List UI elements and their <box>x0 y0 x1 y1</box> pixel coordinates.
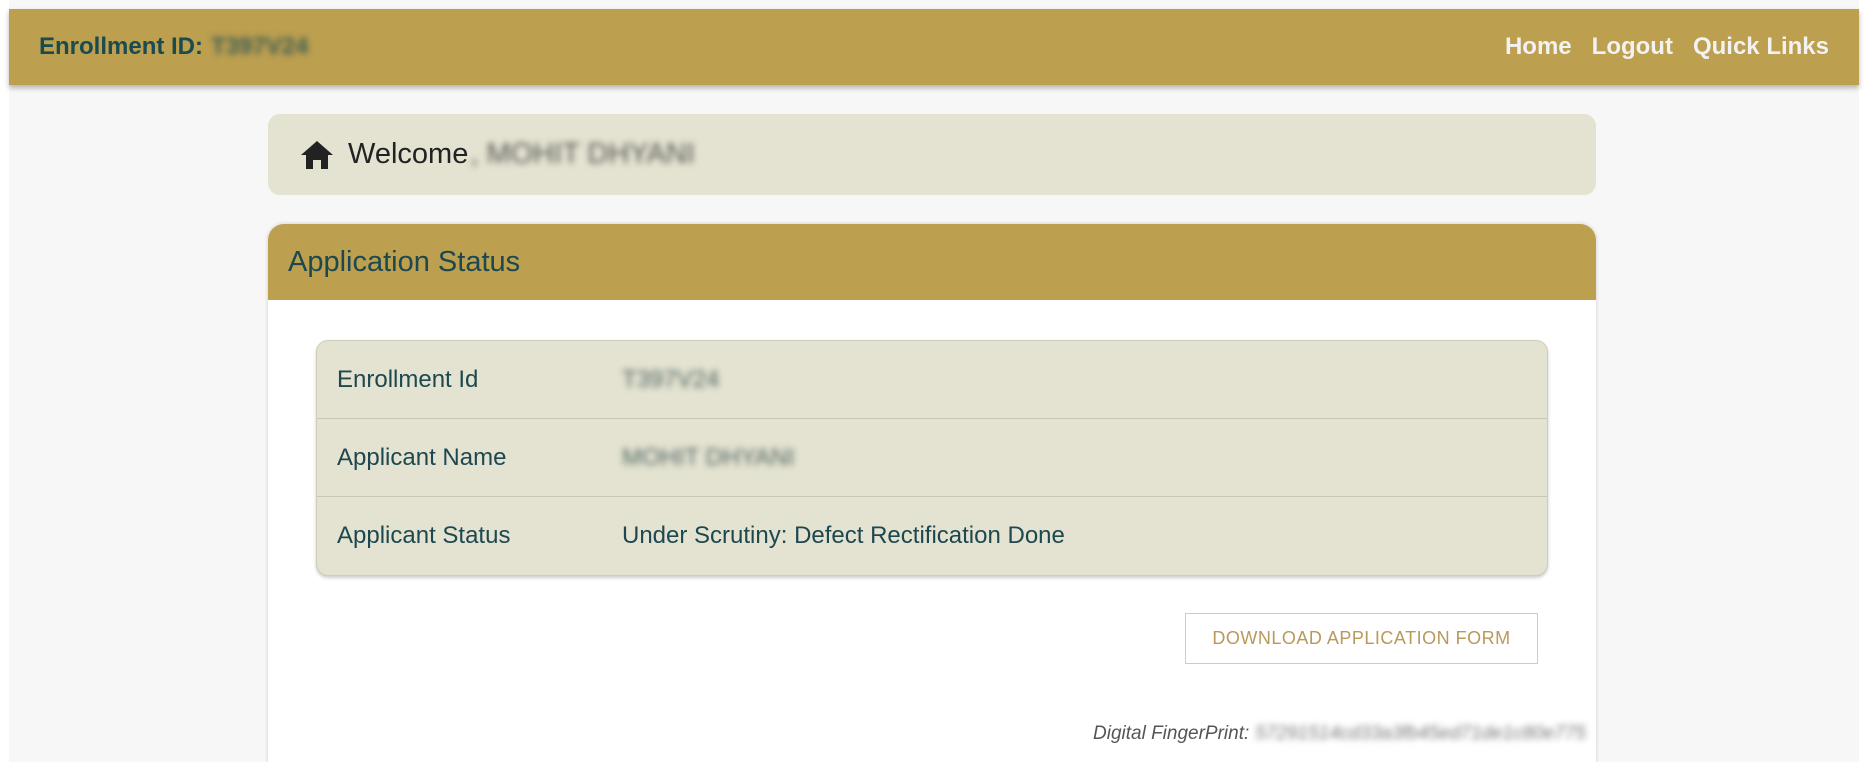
table-row: Enrollment Id T397V24 <box>317 341 1547 419</box>
digital-fingerprint: Digital FingerPrint: 57291514cd33a3fb45e… <box>1093 723 1586 745</box>
row-value: Under Scrutiny: Defect Rectification Don… <box>622 522 1065 549</box>
row-label: Applicant Name <box>337 443 507 471</box>
row-value: T397V24 <box>622 365 720 393</box>
card-title: Application Status <box>288 245 521 278</box>
welcome-user-name: , MOHIT DHYANI <box>470 138 695 170</box>
card-header: Application Status <box>268 224 1596 300</box>
welcome-banner: Welcome , MOHIT DHYANI <box>268 114 1596 195</box>
nav-home-link[interactable]: Home <box>1505 33 1572 61</box>
row-value: MOHIT DHYANI <box>622 443 795 471</box>
table-row: Applicant Status Under Scrutiny: Defect … <box>317 497 1547 575</box>
status-table: Enrollment Id T397V24 Applicant Name MOH… <box>316 340 1548 576</box>
nav-quick-links[interactable]: Quick Links <box>1693 33 1829 61</box>
application-status-card: Application Status Enrollment Id T397V24… <box>268 224 1596 762</box>
download-application-form-button[interactable]: DOWNLOAD APPLICATION FORM <box>1185 613 1538 664</box>
enrollment-id-value: T397V24 <box>211 33 309 60</box>
top-navbar: Enrollment ID: T397V24 Home Logout Quick… <box>9 9 1859 85</box>
fingerprint-value: 57291514cd33a3fb45ed71de1c80e775 <box>1255 723 1586 744</box>
enrollment-id-brand: Enrollment ID: T397V24 <box>39 33 308 61</box>
nav-logout-link[interactable]: Logout <box>1592 33 1673 61</box>
row-label: Applicant Status <box>337 522 511 549</box>
enrollment-id-label: Enrollment ID: <box>39 33 204 60</box>
table-row: Applicant Name MOHIT DHYANI <box>317 419 1547 497</box>
row-label: Enrollment Id <box>337 365 479 393</box>
fingerprint-label: Digital FingerPrint: <box>1093 723 1250 744</box>
welcome-label: Welcome <box>348 138 469 170</box>
home-icon <box>300 138 334 172</box>
nav-links: Home Logout Quick Links <box>1505 33 1829 61</box>
